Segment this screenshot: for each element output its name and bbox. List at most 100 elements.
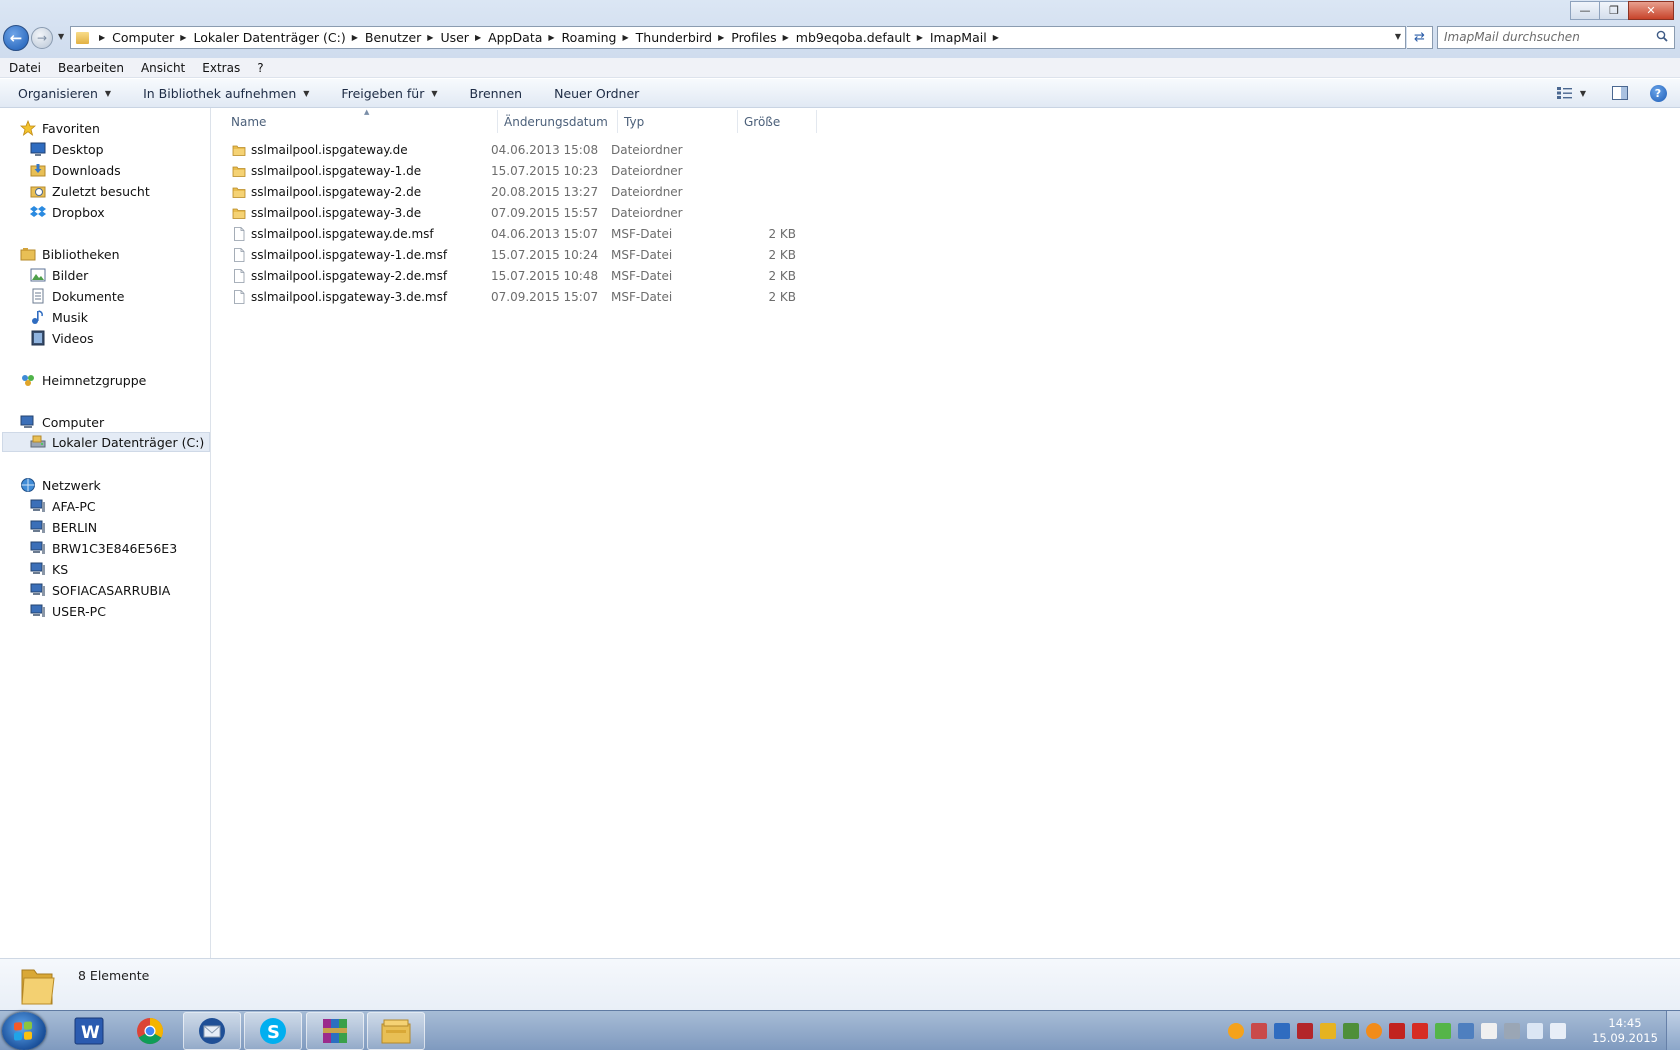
chevron-right-icon[interactable]: ▶ — [911, 33, 930, 42]
tray-antivirus-icon[interactable] — [1251, 1023, 1267, 1039]
file-row[interactable]: sslmailpool.ispgateway.de.msf 04.06.2013… — [228, 224, 808, 245]
tray-acrobat-icon[interactable] — [1389, 1023, 1405, 1039]
new-folder-button[interactable]: Neuer Ordner — [554, 86, 639, 101]
chevron-right-icon[interactable]: ▶ — [93, 33, 112, 42]
tray-warning-icon[interactable] — [1320, 1023, 1336, 1039]
breadcrumb-roaming[interactable]: Roaming — [562, 30, 617, 45]
nav-network-pc[interactable]: SOFIACASARRUBIA — [30, 580, 170, 600]
nav-documents[interactable]: Dokumente — [30, 286, 124, 306]
file-row[interactable]: sslmailpool.ispgateway-3.de 07.09.2015 1… — [228, 203, 808, 224]
chevron-right-icon[interactable]: ▶ — [712, 33, 731, 42]
file-row[interactable]: sslmailpool.ispgateway-2.de.msf 15.07.20… — [228, 266, 808, 287]
history-dropdown-icon[interactable]: ▼ — [58, 32, 64, 41]
flag-icon[interactable] — [1481, 1023, 1497, 1039]
nav-homegroup[interactable]: Heimnetzgruppe — [20, 370, 146, 390]
column-header-date[interactable]: Änderungsdatum — [498, 110, 618, 133]
address-bar[interactable]: ▶ Computer ▶ Lokaler Datenträger (C:) ▶ … — [70, 26, 1406, 49]
preview-pane-icon[interactable] — [1610, 84, 1630, 102]
search-icon[interactable] — [1656, 30, 1668, 42]
nav-downloads[interactable]: Downloads — [30, 160, 121, 180]
tray-avast-icon[interactable] — [1366, 1023, 1382, 1039]
tray-sync-icon[interactable] — [1458, 1023, 1474, 1039]
organize-button[interactable]: Organisieren ▼ — [18, 86, 111, 101]
nav-music[interactable]: Musik — [30, 307, 88, 327]
start-button[interactable] — [2, 1012, 46, 1050]
maximize-button[interactable]: ❐ — [1599, 1, 1629, 20]
taskbar-app-word[interactable]: W — [60, 1012, 118, 1050]
tray-app-icon[interactable] — [1297, 1023, 1313, 1039]
view-dropdown-icon[interactable]: ▼ — [1578, 84, 1588, 102]
menu-extras[interactable]: Extras — [202, 61, 240, 75]
burn-button[interactable]: Brennen — [470, 86, 523, 101]
chevron-right-icon[interactable]: ▶ — [346, 33, 365, 42]
file-row[interactable]: sslmailpool.ispgateway-1.de.msf 15.07.20… — [228, 245, 808, 266]
column-header-type[interactable]: Typ — [618, 110, 738, 133]
chevron-right-icon[interactable]: ▶ — [421, 33, 440, 42]
taskbar-app-winrar[interactable] — [306, 1012, 364, 1050]
chevron-right-icon[interactable]: ▶ — [174, 33, 193, 42]
nav-favorites[interactable]: Favoriten — [20, 118, 100, 138]
help-icon[interactable]: ? — [1648, 84, 1668, 102]
share-with-button[interactable]: Freigeben für ▼ — [341, 86, 437, 101]
clock[interactable]: 14:45 15.09.2015 — [1590, 1016, 1660, 1046]
file-row[interactable]: sslmailpool.ispgateway-2.de 20.08.2015 1… — [228, 182, 808, 203]
nav-desktop[interactable]: Desktop — [30, 139, 104, 159]
volume-icon[interactable] — [1550, 1023, 1566, 1039]
breadcrumb-profiles[interactable]: Profiles — [731, 30, 776, 45]
taskbar-app-chrome[interactable] — [121, 1012, 179, 1050]
breadcrumb-profile[interactable]: mb9eqoba.default — [796, 30, 911, 45]
breadcrumb-benutzer[interactable]: Benutzer — [365, 30, 421, 45]
tray-windows-icon[interactable] — [1274, 1023, 1290, 1039]
add-to-library-button[interactable]: In Bibliothek aufnehmen ▼ — [143, 86, 309, 101]
nav-videos[interactable]: Videos — [30, 328, 94, 348]
nav-computer[interactable]: Computer — [20, 412, 104, 432]
taskbar-app-skype[interactable]: S — [244, 1012, 302, 1050]
menu-ansicht[interactable]: Ansicht — [141, 61, 185, 75]
breadcrumb-imapmail[interactable]: ImapMail — [930, 30, 987, 45]
back-button[interactable]: ← — [3, 25, 29, 51]
chevron-right-icon[interactable]: ▶ — [542, 33, 561, 42]
file-row[interactable]: sslmailpool.ispgateway.de 04.06.2013 15:… — [228, 140, 808, 161]
taskbar-app-explorer[interactable] — [367, 1012, 425, 1050]
search-input[interactable] — [1438, 27, 1638, 47]
taskbar-app-thunderbird[interactable] — [183, 1012, 241, 1050]
chevron-right-icon[interactable]: ▶ — [777, 33, 796, 42]
minimize-button[interactable]: — — [1570, 1, 1600, 20]
tray-evernote-icon[interactable] — [1435, 1023, 1451, 1039]
tray-updates-icon[interactable] — [1228, 1023, 1244, 1039]
chevron-right-icon[interactable]: ▶ — [617, 33, 636, 42]
chevron-right-icon[interactable]: ▶ — [987, 33, 1006, 42]
menu-help[interactable]: ? — [257, 61, 263, 75]
nav-pictures[interactable]: Bilder — [30, 265, 88, 285]
nav-network-pc[interactable]: BERLIN — [30, 517, 97, 537]
column-header-size[interactable]: Größe — [738, 110, 817, 133]
menu-datei[interactable]: Datei — [9, 61, 41, 75]
tray-mail-icon[interactable] — [1343, 1023, 1359, 1039]
close-button[interactable]: ✕ — [1628, 1, 1674, 20]
forward-button[interactable]: → — [31, 27, 53, 49]
breadcrumb-computer[interactable]: Computer — [112, 30, 174, 45]
network-signal-icon[interactable] — [1527, 1023, 1543, 1039]
menu-bearbeiten[interactable]: Bearbeiten — [58, 61, 124, 75]
search-box[interactable] — [1437, 26, 1675, 49]
nav-network-pc[interactable]: USER-PC — [30, 601, 106, 621]
breadcrumb-local-disk[interactable]: Lokaler Datenträger (C:) — [193, 30, 345, 45]
view-options-icon[interactable] — [1556, 84, 1576, 102]
show-desktop-button[interactable] — [1666, 1011, 1680, 1050]
file-row[interactable]: sslmailpool.ispgateway-1.de 15.07.2015 1… — [228, 161, 808, 182]
tray-pdf-icon[interactable] — [1412, 1023, 1428, 1039]
column-header-name[interactable]: Name ▲ — [225, 108, 498, 133]
nav-libraries[interactable]: Bibliotheken — [20, 244, 120, 264]
nav-network-pc[interactable]: AFA-PC — [30, 496, 96, 516]
breadcrumb-appdata[interactable]: AppData — [488, 30, 542, 45]
chevron-right-icon[interactable]: ▶ — [469, 33, 488, 42]
refresh-button[interactable]: ⇄ — [1407, 26, 1433, 49]
nav-network[interactable]: Netzwerk — [20, 475, 101, 495]
breadcrumb-user[interactable]: User — [440, 30, 469, 45]
breadcrumb-thunderbird[interactable]: Thunderbird — [636, 30, 712, 45]
nav-recent[interactable]: Zuletzt besucht — [30, 181, 150, 201]
address-dropdown-icon[interactable]: ▼ — [1395, 32, 1401, 41]
nav-dropbox[interactable]: Dropbox — [30, 202, 105, 222]
nav-local-disk[interactable]: Lokaler Datenträger (C:) — [2, 432, 210, 452]
file-row[interactable]: sslmailpool.ispgateway-3.de.msf 07.09.20… — [228, 287, 808, 308]
